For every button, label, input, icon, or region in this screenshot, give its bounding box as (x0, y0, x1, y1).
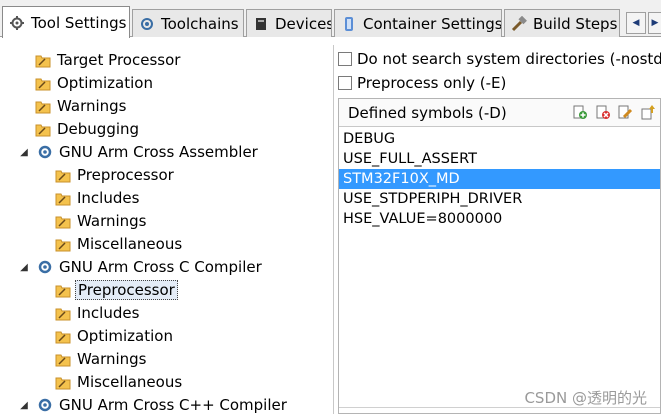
chevron-left-icon: ◀ (632, 18, 640, 28)
tree-item-label: Warnings (57, 97, 127, 115)
move-up-icon[interactable] (640, 104, 656, 120)
tab-container-settings[interactable]: Container Settings (334, 9, 502, 37)
tree-item-label: Includes (77, 304, 140, 322)
tree-item-label: Target Processor (57, 51, 181, 69)
tree-item-label: Warnings (77, 350, 147, 368)
preprocessor-settings-panel: Do not search system directories (-nostd… (336, 45, 661, 414)
tree-item-label: Preprocessor (77, 166, 174, 184)
tab-label: Container Settings (363, 14, 502, 33)
chevron-right-icon: ▶ (651, 18, 659, 28)
tree-item-label: Optimization (57, 74, 153, 92)
defined-symbols-items[interactable]: DEBUG USE_FULL_ASSERT STM32F10X_MD USE_S… (339, 129, 660, 229)
no-std-dirs-option[interactable]: Do not search system directories (-nostd… (338, 48, 661, 70)
tree-item-miscellaneous[interactable]: Miscellaneous (55, 233, 184, 255)
settings-page-icon (55, 308, 71, 321)
devices-icon (256, 17, 266, 30)
tree-item-miscellaneous[interactable]: Miscellaneous (55, 371, 184, 393)
defined-symbols-toolbar (571, 104, 656, 120)
tool-gear-icon (38, 145, 52, 159)
tab-label: Devices (275, 14, 332, 33)
tab-build-steps[interactable]: Build Steps (504, 9, 620, 37)
tab-toolchains[interactable]: Toolchains (132, 9, 244, 37)
settings-page-icon (55, 170, 71, 183)
symbol-item[interactable]: USE_STDPERIPH_DRIVER (339, 189, 660, 209)
tree-item-includes[interactable]: Includes (55, 302, 141, 324)
tree-item-preprocessor[interactable]: Preprocessor (55, 164, 176, 186)
settings-icon (10, 15, 24, 30)
preprocess-only-option[interactable]: Preprocess only (-E) (338, 72, 506, 94)
tree-item-label: GNU Arm Cross C++ Compiler (59, 396, 287, 414)
tree-item-warnings[interactable]: Warnings (55, 210, 149, 232)
delete-icon[interactable] (594, 104, 610, 120)
defined-symbols-list: Defined symbols (-D) DEBUG USE_FULL_ASSE… (338, 98, 661, 414)
tree-item-warnings[interactable]: Warnings (55, 348, 149, 370)
tree-item-label: GNU Arm Cross Assembler (59, 143, 258, 161)
tree-item-optimization[interactable]: Optimization (35, 72, 155, 94)
tab-scroll-right-button[interactable]: ▶ (648, 12, 661, 34)
tree-node-gnu-arm-cross-c-compiler[interactable]: ◢ GNU Arm Cross C Compiler (17, 256, 264, 278)
symbol-item-selected[interactable]: STM32F10X_MD (339, 169, 660, 189)
chevron-down-icon[interactable]: ◢ (17, 262, 31, 273)
tab-bar: Tool Settings Toolchains Devices Contain… (0, 0, 661, 38)
defined-symbols-title: Defined symbols (-D) (348, 103, 507, 122)
settings-page-icon (35, 101, 51, 114)
settings-page-icon (35, 124, 51, 137)
no-std-dirs-checkbox[interactable] (338, 52, 352, 66)
tree-item-preprocessor-selected[interactable]: Preprocessor (55, 279, 178, 301)
preprocess-only-checkbox[interactable] (338, 76, 352, 90)
tree-item-label: Includes (77, 189, 140, 207)
no-std-dirs-label: Do not search system directories (-nostd… (357, 50, 661, 68)
tab-label: Toolchains (161, 14, 239, 33)
tab-scroll-left-button[interactable]: ◀ (626, 12, 646, 34)
build-steps-icon (511, 15, 527, 31)
tab-label: Tool Settings (31, 13, 127, 32)
tool-gear-icon (38, 260, 52, 274)
tree-item-label: GNU Arm Cross C Compiler (59, 258, 262, 276)
tree-item-label: Miscellaneous (77, 235, 183, 253)
tree-item-label: Debugging (57, 120, 140, 138)
settings-page-icon (35, 55, 51, 68)
tree-item-label: Optimization (77, 327, 173, 345)
tree-item-label: Preprocessor (75, 280, 178, 300)
settings-page-icon (55, 285, 71, 298)
settings-page-icon (55, 354, 71, 367)
toolchains-icon (141, 17, 153, 30)
tree-item-optimization[interactable]: Optimization (55, 325, 175, 347)
chevron-down-icon[interactable]: ◢ (17, 147, 31, 158)
tree-node-gnu-arm-cross-assembler[interactable]: ◢ GNU Arm Cross Assembler (17, 141, 260, 163)
tree-item-warnings[interactable]: Warnings (35, 95, 129, 117)
tab-devices[interactable]: Devices (246, 9, 332, 37)
tree-item-label: Warnings (77, 212, 147, 230)
tree-node-gnu-arm-cross-cpp-compiler[interactable]: ◢ GNU Arm Cross C++ Compiler (17, 394, 289, 414)
settings-page-icon (55, 216, 71, 229)
tool-gear-icon (38, 398, 52, 412)
symbol-item[interactable]: DEBUG (339, 129, 660, 149)
settings-page-icon (55, 331, 71, 344)
add-icon[interactable] (571, 104, 587, 120)
settings-page-icon (35, 78, 51, 91)
tree-item-target-processor[interactable]: Target Processor (35, 49, 182, 71)
settings-tree[interactable]: Target Processor Optimization Warnings D… (10, 45, 334, 414)
defined-symbols-header: Defined symbols (-D) (339, 99, 660, 127)
settings-page-icon (55, 377, 71, 390)
watermark: CSDN @透明的光 (524, 389, 647, 407)
tree-item-includes[interactable]: Includes (55, 187, 141, 209)
chevron-down-icon[interactable]: ◢ (17, 400, 31, 411)
edit-icon[interactable] (617, 104, 633, 120)
tree-item-debugging[interactable]: Debugging (35, 118, 141, 140)
container-icon (345, 16, 353, 31)
settings-page-icon (55, 193, 71, 206)
preprocess-only-label: Preprocess only (-E) (357, 74, 507, 92)
tab-tool-settings[interactable]: Tool Settings (2, 6, 130, 38)
settings-page-icon (55, 239, 71, 252)
symbol-item[interactable]: USE_FULL_ASSERT (339, 149, 660, 169)
tree-item-label: Miscellaneous (77, 373, 183, 391)
symbol-item[interactable]: HSE_VALUE=8000000 (339, 209, 660, 229)
tab-label: Build Steps (533, 14, 618, 33)
